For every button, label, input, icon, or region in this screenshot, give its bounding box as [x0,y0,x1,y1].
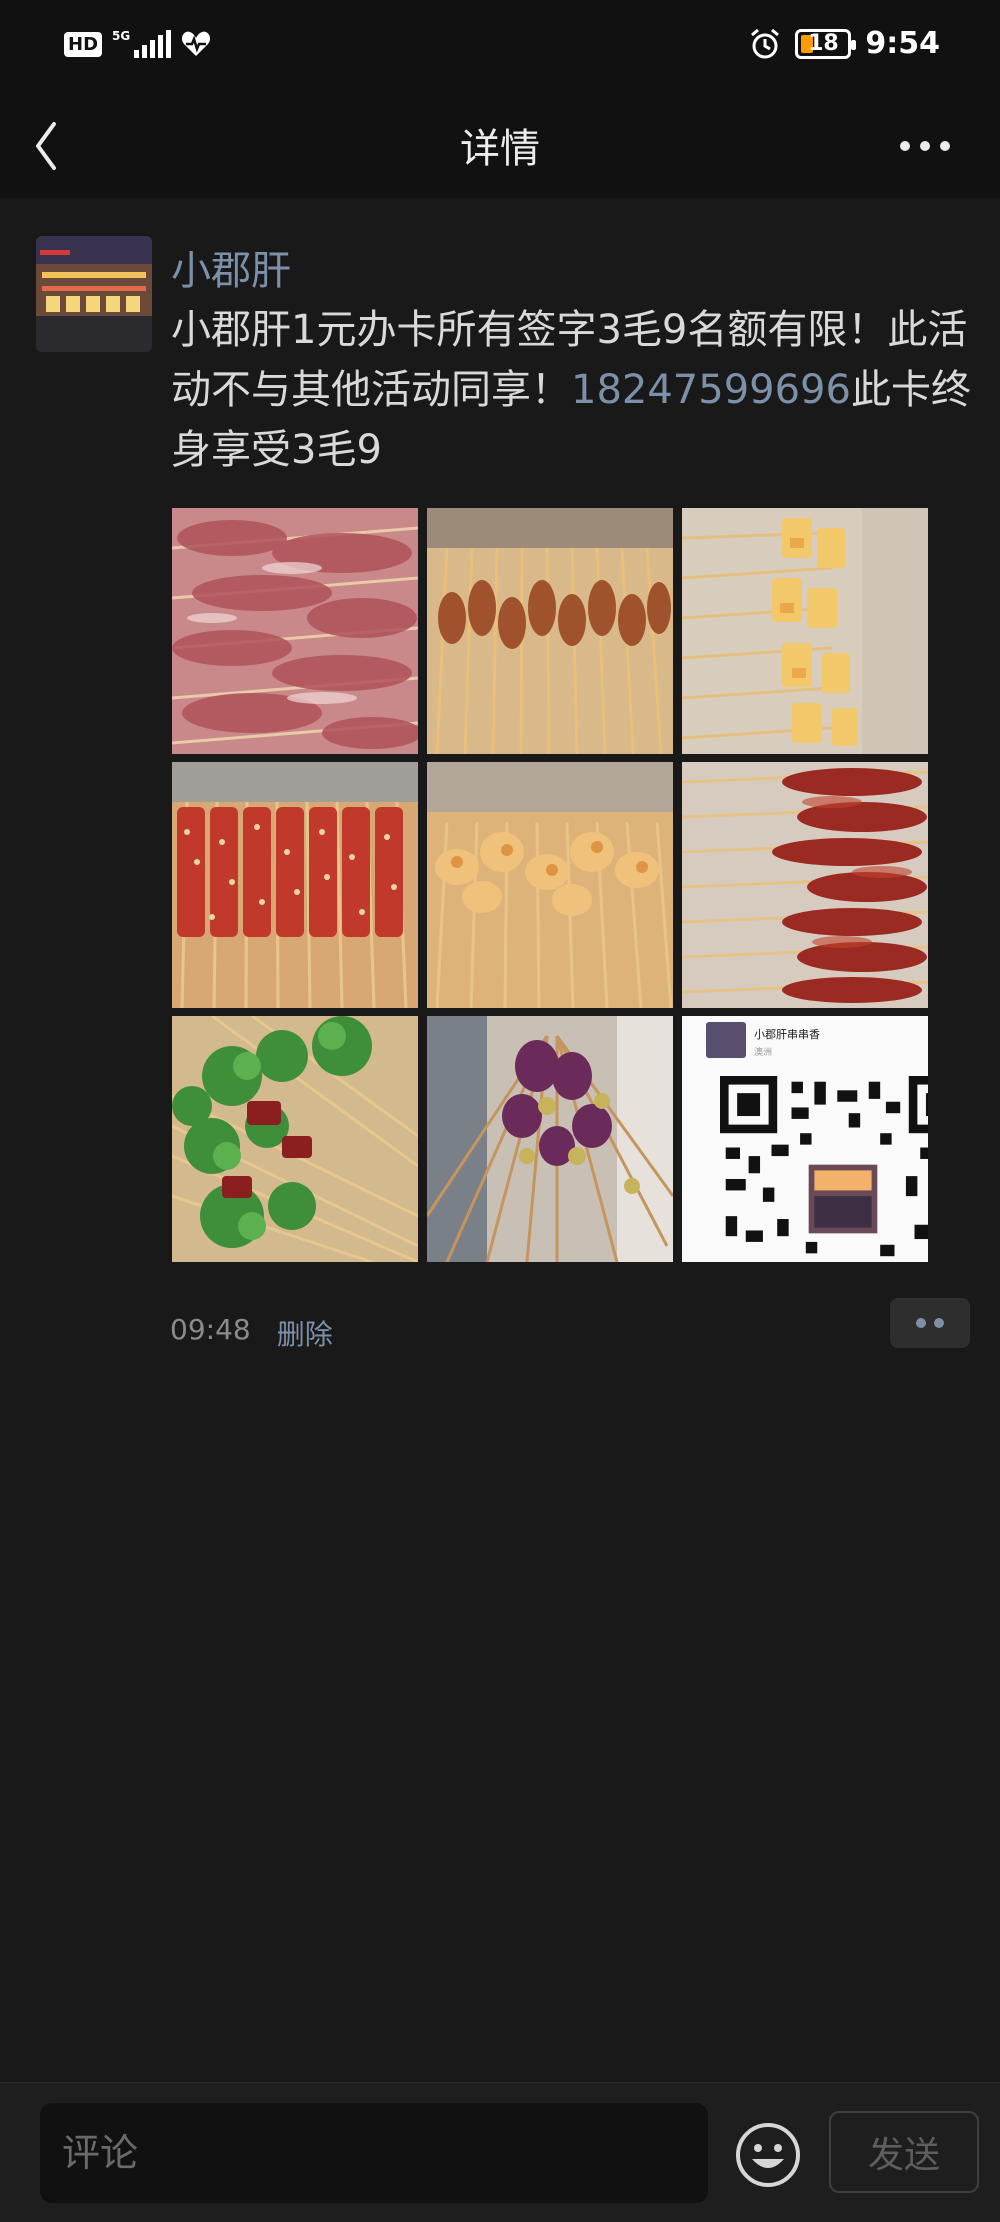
battery-icon: 18 [795,28,857,59]
qr-card-name: 小郡肝串串香 [754,1028,820,1041]
post-image-6[interactable] [682,762,928,1008]
comment-bar: 发送 [0,2082,1000,2222]
avatar[interactable] [36,236,152,352]
post-image-1[interactable] [172,508,418,754]
alarm-icon [751,28,780,58]
like-comment-button[interactable] [890,1298,970,1348]
action-dot-icon [934,1318,944,1328]
comment-input[interactable] [40,2103,708,2203]
heart-rate-icon [182,31,211,56]
qr-card-avatar [706,1022,746,1058]
more-dots-icon [900,141,950,151]
avatar-image [36,236,152,352]
post-time: 09:48 [170,1313,251,1346]
qr-code-icon [720,1076,928,1262]
nav-bar: 详情 [0,96,1000,198]
qr-card-header: 小郡肝串串香 澳洲 [706,1022,820,1058]
signal-icon [134,30,172,58]
send-button[interactable]: 发送 [829,2111,979,2193]
post-meta: 09:48 删除 [170,1313,333,1353]
battery-level: 18 [808,31,839,56]
phone-link[interactable]: 18247599696 [571,367,851,413]
more-button[interactable] [890,126,960,166]
post-image-5[interactable] [427,762,673,1008]
author-name[interactable]: 小郡肝 [171,238,291,296]
image-grid: 小郡肝串串香 澳洲 [172,508,929,1262]
qr-card-region: 澳洲 [754,1048,773,1058]
post-image-2[interactable] [427,508,673,754]
post-content: 小郡肝1元办卡所有签字3毛9名额有限！此活动不与其他活动同享！182475996… [171,300,971,480]
status-bar: HD 5G 18 9:54 [0,0,1000,96]
status-time: 9:54 [865,26,940,61]
post-image-4[interactable] [172,762,418,1008]
hd-badge: HD [64,31,103,57]
post-image-3[interactable] [682,508,928,754]
post-image-7[interactable] [172,1016,418,1262]
delete-button[interactable]: 删除 [277,1313,333,1353]
action-dot-icon [916,1318,926,1328]
post-image-8[interactable] [427,1016,673,1262]
status-left: HD 5G [64,30,211,58]
emoji-smile-icon[interactable] [734,2121,802,2189]
page-title: 详情 [460,126,540,172]
signal-group: 5G [112,29,172,58]
status-right: 18 9:54 [749,26,940,61]
post-image-9[interactable]: 小郡肝串串香 澳洲 [682,1016,928,1262]
network-label: 5G [112,29,131,43]
